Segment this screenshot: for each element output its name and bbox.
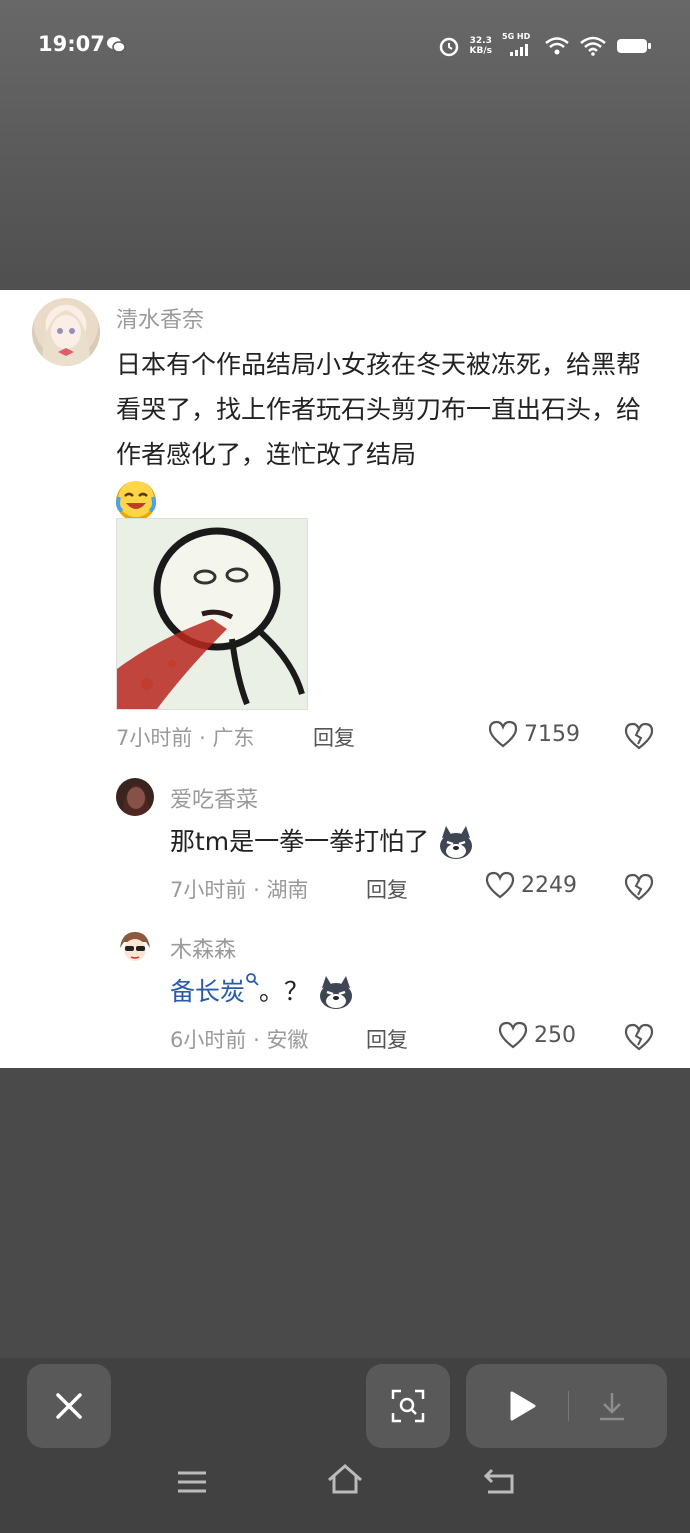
username[interactable]: 木森森 — [170, 932, 236, 964]
wifi-icon — [580, 36, 606, 56]
battery-icon — [617, 39, 651, 53]
reply-meta: 7小时前 · 湖南 — [170, 878, 309, 902]
home-icon[interactable] — [326, 1462, 364, 1496]
like-button[interactable]: 7159 — [488, 720, 580, 748]
scan-button[interactable] — [366, 1364, 450, 1448]
back-icon[interactable] — [482, 1466, 516, 1496]
husky-emoji — [440, 826, 473, 859]
status-time: 19:07 — [38, 32, 105, 56]
broken-heart-icon[interactable] — [624, 873, 654, 901]
reply-button[interactable]: 回复 — [366, 1024, 408, 1054]
close-icon — [56, 1393, 82, 1419]
divider — [568, 1391, 569, 1421]
username[interactable]: 清水香奈 — [116, 302, 204, 334]
media-controls — [466, 1364, 667, 1448]
heart-icon — [498, 1021, 528, 1049]
reply-button[interactable]: 回复 — [313, 722, 355, 752]
search-link[interactable]: 备长炭 — [170, 977, 245, 1006]
reply-text: 备长炭 。？ — [170, 972, 355, 1012]
play-icon[interactable] — [506, 1390, 538, 1422]
like-button[interactable]: 250 — [498, 1021, 576, 1049]
bottom-toolbar — [0, 1358, 690, 1533]
wifi-call-icon — [545, 37, 569, 55]
crying-laughing-emoji — [116, 481, 156, 521]
broken-heart-icon[interactable] — [624, 722, 654, 750]
scan-search-icon — [391, 1389, 425, 1423]
reply-text: 那tm是一拳一拳打怕了 — [170, 822, 475, 862]
heart-icon — [485, 871, 515, 899]
username[interactable]: 爱吃香菜 — [170, 782, 258, 814]
comment-card: 清水香奈 日本有个作品结局小女孩在冬天被冻死，给黑帮看哭了，找上作者玩石头剪刀布… — [0, 290, 690, 1068]
husky-emoji — [319, 976, 352, 1009]
comment-meta: 7小时前 · 广东 — [116, 726, 255, 750]
download-icon[interactable] — [597, 1390, 627, 1422]
avatar[interactable] — [116, 778, 154, 816]
avatar[interactable] — [32, 298, 100, 366]
avatar[interactable] — [116, 928, 154, 966]
alarm-icon — [439, 37, 458, 57]
like-count: 2249 — [521, 872, 577, 898]
menu-icon[interactable] — [176, 1470, 208, 1494]
signal-icon: 5G HD — [502, 32, 534, 60]
close-button[interactable] — [27, 1364, 111, 1448]
like-button[interactable]: 2249 — [485, 871, 577, 899]
meme-image[interactable] — [116, 518, 308, 710]
reply-button[interactable]: 回复 — [366, 874, 408, 904]
like-count: 7159 — [524, 721, 580, 747]
broken-heart-icon[interactable] — [624, 1023, 654, 1051]
status-bar: 19:07 32.3 KB/s 5G HD — [0, 0, 690, 90]
network-speed: 32.3 KB/s — [469, 36, 492, 56]
comment-text: 日本有个作品结局小女孩在冬天被冻死，给黑帮看哭了，找上作者玩石头剪刀布一直出石头… — [116, 342, 656, 522]
heart-icon — [488, 720, 518, 748]
search-icon[interactable] — [245, 972, 259, 986]
reply-meta: 6小时前 · 安徽 — [170, 1028, 309, 1052]
wechat-icon — [107, 37, 126, 53]
like-count: 250 — [534, 1022, 576, 1048]
